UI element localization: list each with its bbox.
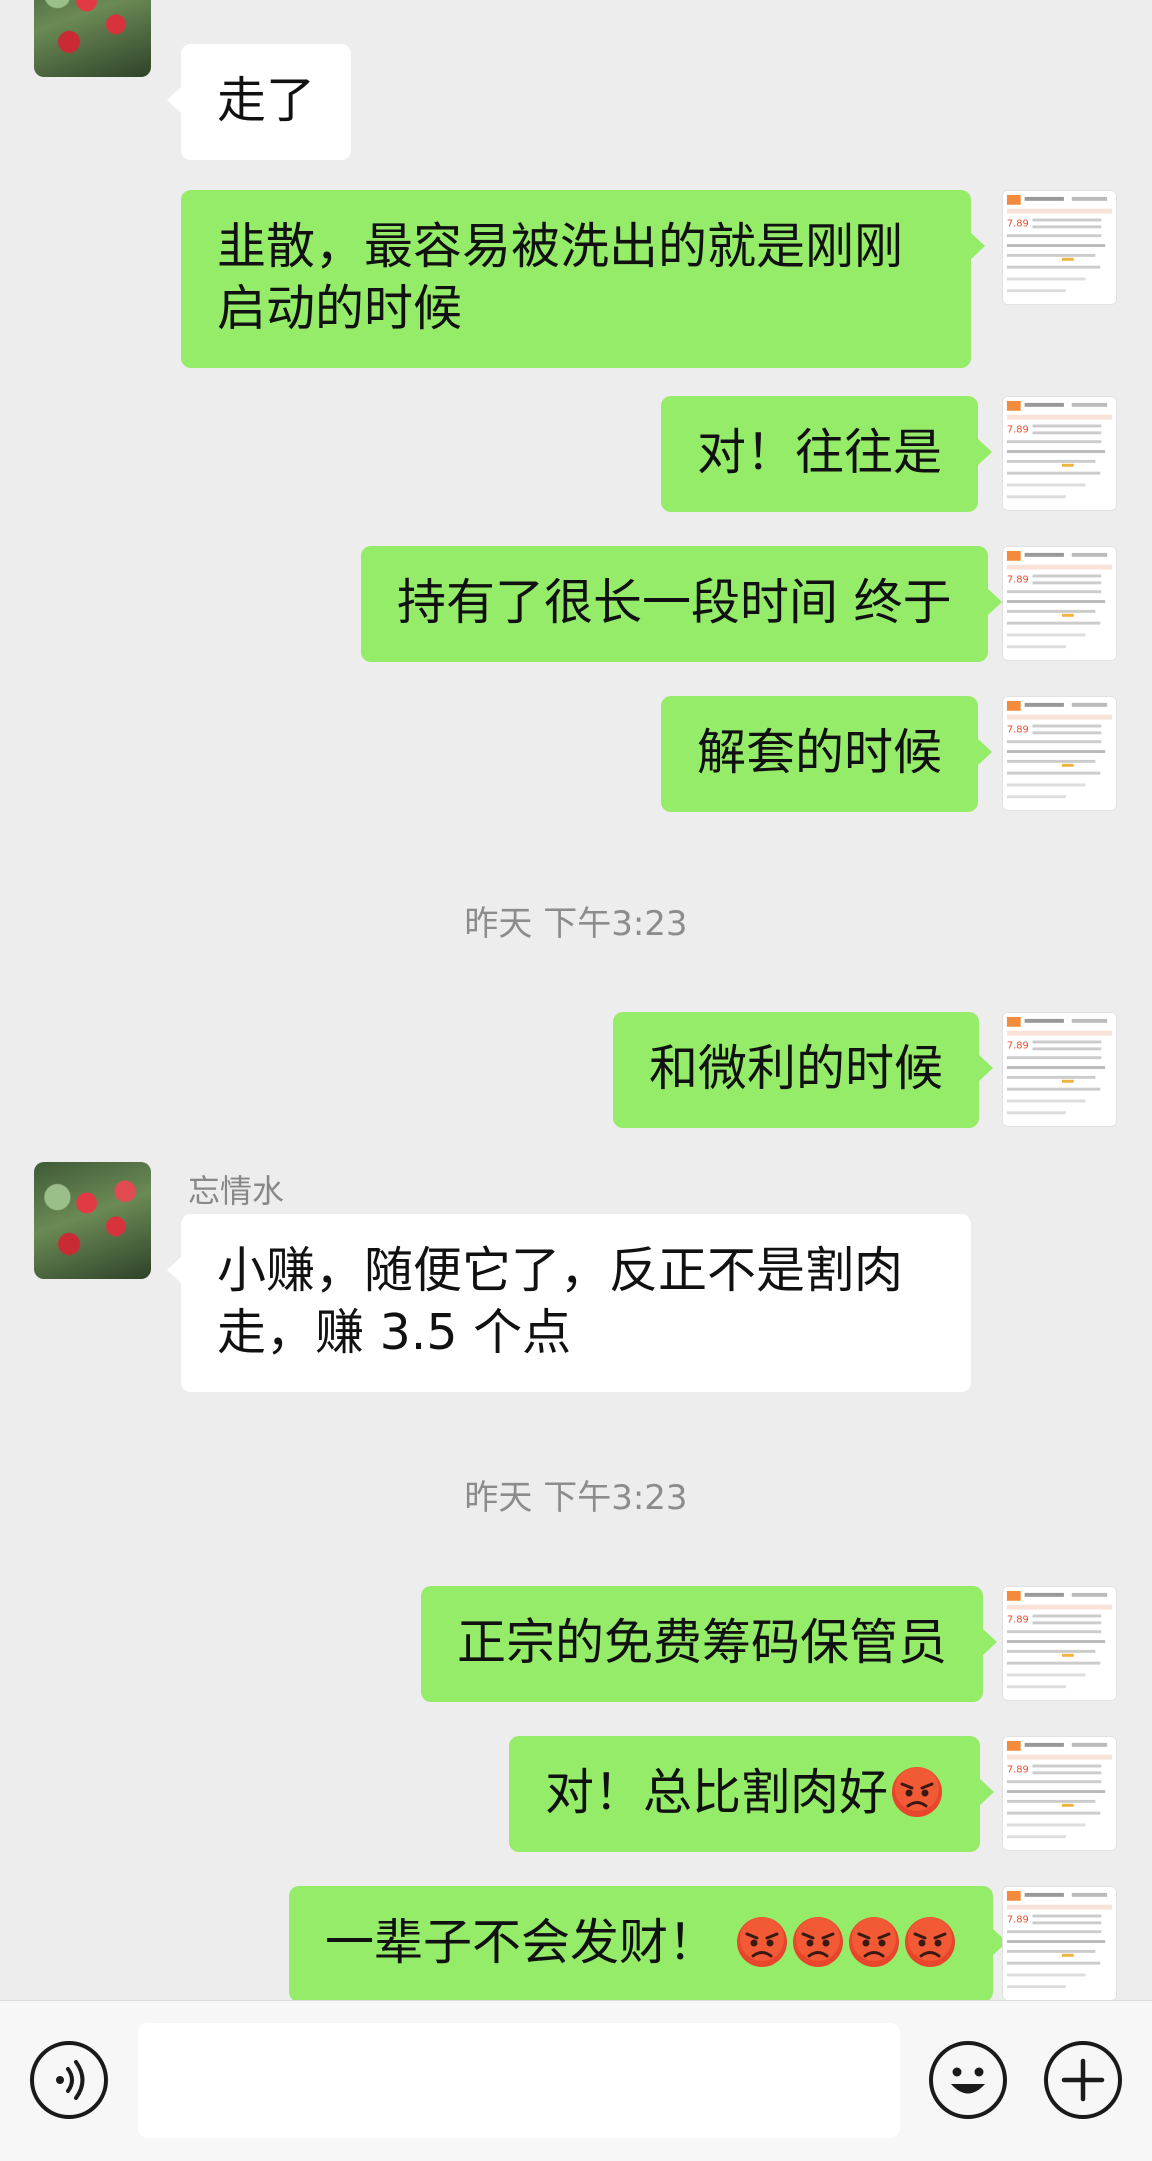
message-input[interactable] (138, 2023, 900, 2138)
outgoing-message-bubble[interactable]: 一辈子不会发财！ (289, 1886, 1007, 2000)
my-avatar[interactable]: 7.89 (1002, 1012, 1117, 1127)
angry-face-emoji (735, 1915, 789, 1969)
outgoing-message-bubble[interactable]: 正宗的免费筹码保管员 (421, 1586, 998, 1702)
my-avatar[interactable]: 7.89 (1002, 1886, 1117, 2000)
svg-text:7.89: 7.89 (1007, 1614, 1029, 1625)
my-avatar[interactable]: 7.89 (1002, 190, 1117, 305)
outgoing-message-bubble[interactable]: 韭散，最容易被洗出的就是刚刚启动的时候 (181, 190, 985, 368)
svg-text:7.89: 7.89 (1007, 724, 1029, 735)
my-avatar[interactable]: 7.89 (1002, 1586, 1117, 1701)
message-text: 一辈子不会发财！ (325, 1914, 718, 1971)
timestamp: 昨天 下午3:23 (464, 904, 688, 944)
message-text: 和微利的时候 (649, 1040, 944, 1097)
chat-input-bar (0, 2000, 1152, 2161)
chat-message-list[interactable]: 走了 韭散，最容易被洗出的就是刚刚启动的时候 7.89 对！往往是 7.89 持… (0, 0, 1152, 2000)
message-text: 持有了很长一段时间 终于 (397, 574, 952, 631)
my-avatar[interactable]: 7.89 (1002, 546, 1117, 661)
outgoing-message-bubble[interactable]: 解套的时候 (661, 696, 993, 812)
svg-text:7.89: 7.89 (1007, 1764, 1029, 1775)
outgoing-message-bubble[interactable]: 对！往往是 (661, 396, 993, 512)
voice-mode-icon[interactable] (30, 2041, 108, 2119)
contact-avatar[interactable] (34, 0, 151, 77)
my-avatar[interactable]: 7.89 (1002, 1736, 1117, 1851)
timestamp: 昨天 下午3:23 (464, 1478, 688, 1518)
outgoing-message-bubble[interactable]: 和微利的时候 (613, 1012, 994, 1128)
svg-text:7.89: 7.89 (1007, 1914, 1029, 1925)
incoming-message-bubble[interactable]: 走了 (166, 44, 352, 160)
angry-face-emoji (791, 1915, 845, 1969)
message-text: 韭散，最容易被洗出的就是刚刚启动的时候 (217, 218, 904, 337)
emoji-icon[interactable] (929, 2041, 1007, 2119)
angry-face-emoji (890, 1765, 944, 1819)
message-text: 小赚，随便它了，反正不是割肉走，赚 3.5 个点 (217, 1242, 904, 1361)
outgoing-message-bubble[interactable]: 对！总比割肉好 (509, 1736, 995, 1852)
my-avatar[interactable]: 7.89 (1002, 396, 1117, 511)
svg-text:7.89: 7.89 (1007, 424, 1029, 435)
message-text: 正宗的免费筹码保管员 (457, 1614, 948, 1671)
svg-text:7.89: 7.89 (1007, 1040, 1029, 1051)
outgoing-message-bubble[interactable]: 持有了很长一段时间 终于 (361, 546, 1002, 662)
sender-name: 忘情水 (188, 1172, 285, 1210)
plus-icon[interactable] (1044, 2041, 1122, 2119)
angry-face-emoji (903, 1915, 957, 1969)
message-text: 对！往往是 (697, 424, 943, 481)
message-text: 解套的时候 (697, 724, 943, 781)
svg-text:7.89: 7.89 (1007, 218, 1029, 229)
svg-text:7.89: 7.89 (1007, 574, 1029, 585)
angry-face-emoji (847, 1915, 901, 1969)
message-text: 走了 (217, 72, 316, 129)
incoming-message-bubble[interactable]: 小赚，随便它了，反正不是割肉走，赚 3.5 个点 (167, 1214, 971, 1392)
my-avatar[interactable]: 7.89 (1002, 696, 1117, 811)
contact-avatar[interactable] (34, 1162, 151, 1279)
message-text: 对！总比割肉好 (545, 1764, 889, 1821)
